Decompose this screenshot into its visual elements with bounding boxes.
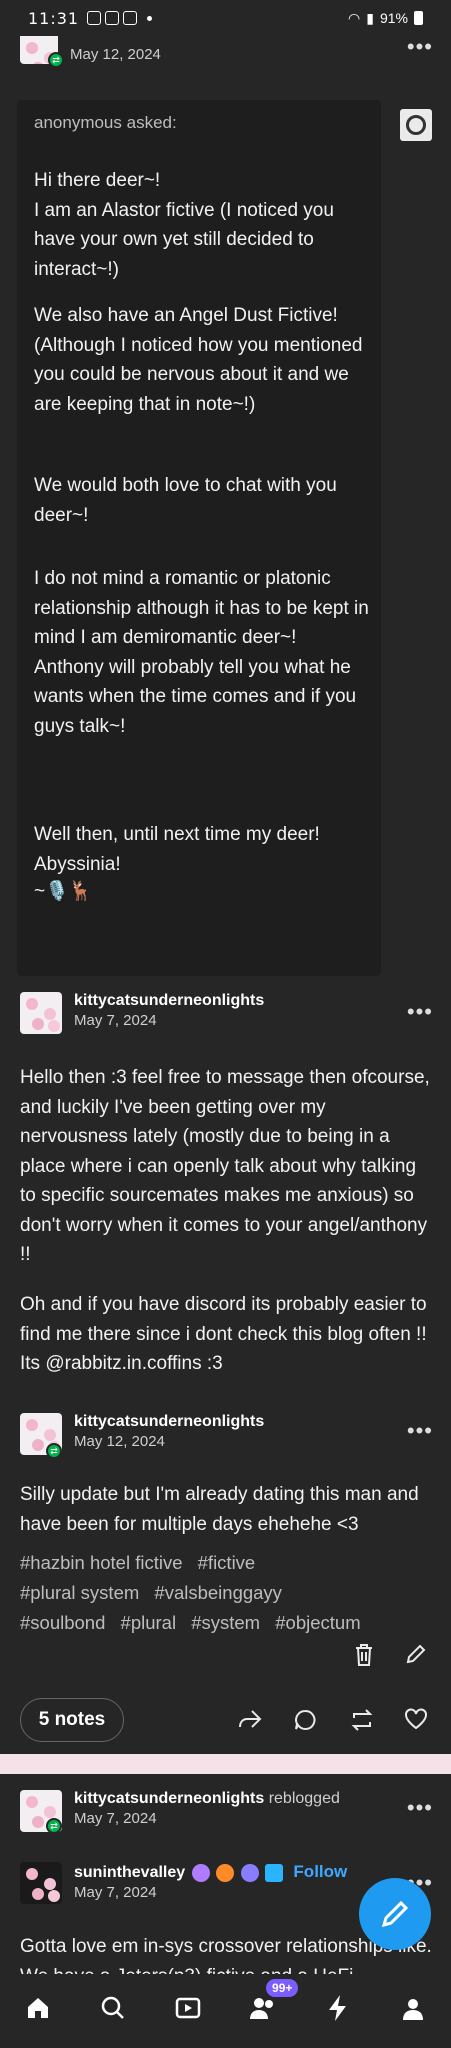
update-date: May 12, 2024 [74,1433,165,1450]
status-bar: 11:31 ◠ ▮ 91% [0,0,451,36]
badge-icon [191,1863,210,1882]
gallery-icon [87,11,102,25]
more-options-icon[interactable]: ••• [407,34,433,60]
tag[interactable]: #fictive [198,1552,256,1573]
answer-paragraph-2: Oh and if you have discord its probably … [20,1294,427,1374]
compose-button[interactable] [359,1878,431,1950]
tag[interactable]: #hazbin hotel fictive [20,1552,183,1573]
activity-tab-icon[interactable]: 99+ [238,1978,299,2028]
answer-date: May 7, 2024 [74,1012,157,1029]
status-time: 11:31 [28,8,80,28]
next-username[interactable]: kittycatsunderneonlights [74,1790,264,1807]
post-date: May 12, 2024 [70,46,161,63]
activity-badge: 99+ [266,1978,299,1997]
reblog-badge-icon: ⇄ [46,1818,62,1834]
battery-percent: 91% [379,10,408,26]
follow-button[interactable]: Follow [293,1862,347,1881]
ask-paragraph-5: Well then, until next time my deer! Abys… [34,824,320,875]
tag-list: #hazbin hotel fictive #fictive #plural s… [20,1548,435,1638]
reblog-icon[interactable] [349,1708,375,1738]
reblogged-label: reblogged [268,1790,340,1807]
inner-date: May 7, 2024 [74,1884,157,1901]
home-tab-icon[interactable] [13,1995,63,2028]
tag[interactable]: #plural system [20,1582,139,1603]
post-divider [0,1754,451,1774]
avatar[interactable] [20,1862,62,1904]
badge-icon [264,1863,283,1882]
tag[interactable]: #valsbeinggayy [154,1582,282,1603]
badge-icon [216,1863,235,1882]
share-icon[interactable] [237,1708,263,1738]
status-right: ◠ ▮ 91% [348,10,423,27]
app-icon-2 [123,11,138,25]
ask-label: anonymous asked: [34,113,177,132]
ask-paragraph-4: I do not mind a romantic or platonic rel… [34,568,369,737]
reblog-badge-icon: ⇄ [48,52,64,68]
tag[interactable]: #soulbond [20,1612,105,1633]
tag[interactable]: #plural [121,1612,177,1633]
edit-icon[interactable] [405,1643,427,1671]
update-text: Silly update but I'm already dating this… [20,1484,419,1535]
reply-icon[interactable] [293,1708,317,1738]
account-tab-icon[interactable] [388,1995,438,2028]
inner-post-header: suninthevalley Follow May 7, 2024 [20,1862,347,1904]
app-icon [105,11,120,25]
answer-paragraph-1: Hello then :3 feel free to message then … [20,1067,430,1265]
video-tab-icon[interactable] [163,1995,213,2028]
ask-signature: ~🎙️🦌 [34,881,93,902]
signal-icon: ▮ [366,9,374,26]
answer-header: kittycatsunderneonlights May 7, 2024 [20,992,264,1034]
tag[interactable]: #system [191,1612,260,1633]
bottom-tab-bar: 99+ [0,1974,451,2048]
anonymous-avatar-icon [400,109,432,141]
next-date: May 7, 2024 [74,1810,157,1827]
ask-paragraph-1: Hi there deer~! I am an Alastor fictive … [34,170,334,280]
answer-username[interactable]: kittycatsunderneonlights [74,992,264,1010]
next-post-header: kittycatsunderneonlights reblogged May 7… [20,1790,340,1832]
more-notifications-icon [147,15,153,21]
more-options-icon[interactable]: ••• [407,1418,433,1444]
ask-paragraph-2: We also have an Angel Dust Fictive! (Alt… [34,305,363,415]
update-username[interactable]: kittycatsunderneonlights [74,1413,264,1431]
tag[interactable]: #objectum [275,1612,360,1633]
notification-icons [87,11,153,25]
wifi-icon: ◠ [348,9,361,26]
more-options-icon[interactable]: ••• [407,1795,433,1821]
reblog-badge-icon: ⇄ [46,1443,62,1459]
post-header-top: May 12, 2024 [20,36,161,64]
notes-button[interactable]: 5 notes [20,1698,124,1742]
inner-username[interactable]: suninthevalley [74,1864,185,1881]
flash-tab-icon[interactable] [313,1994,363,2029]
battery-icon [414,11,423,25]
delete-icon[interactable] [353,1643,375,1673]
avatar[interactable] [20,992,62,1034]
like-icon[interactable] [404,1708,428,1736]
search-tab-icon[interactable] [88,1995,138,2028]
badge-icon [240,1863,259,1882]
ask-paragraph-3: We would both love to chat with you deer… [34,475,337,526]
more-options-icon[interactable]: ••• [407,999,433,1025]
